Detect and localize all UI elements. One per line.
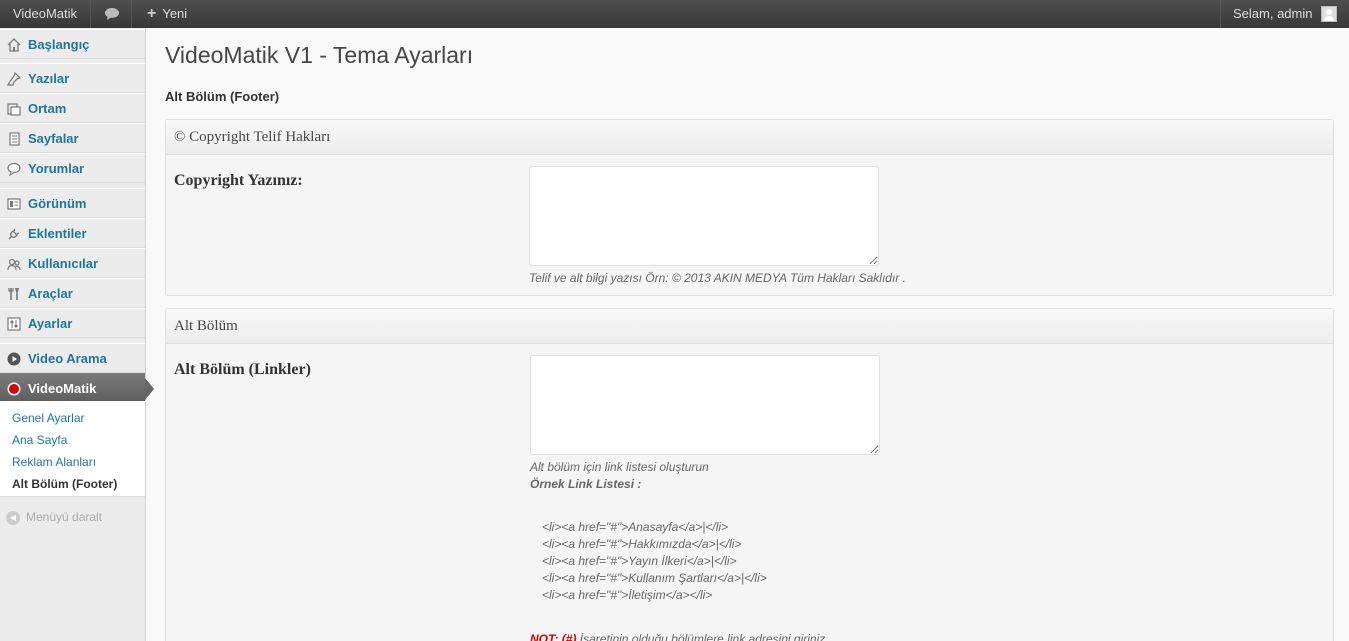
media-icon bbox=[7, 102, 21, 116]
admin-bar: VideoMatik + Yeni Selam, admin bbox=[0, 0, 1349, 28]
copyright-box-heading[interactable]: © Copyright Telif Hakları bbox=[166, 120, 1333, 155]
sidebar-item-label: Yorumlar bbox=[28, 161, 85, 176]
sidebar-item-label: VideoMatik bbox=[28, 381, 97, 396]
sidebar-item-label: Eklentiler bbox=[28, 226, 87, 241]
home-icon bbox=[7, 38, 21, 52]
sidebar-item-label: Kullanıcılar bbox=[28, 256, 99, 271]
users-icon bbox=[7, 257, 21, 271]
section-title: Alt Bölüm (Footer) bbox=[165, 89, 280, 104]
account-greeting: Selam, admin bbox=[1233, 6, 1313, 21]
avatar bbox=[1321, 6, 1337, 22]
new-content-link[interactable]: + Yeni bbox=[133, 0, 197, 28]
sidebar-item-appearance[interactable]: Görünüm bbox=[0, 188, 145, 218]
code-line: <li><a href="#">Kullanım Şartları</a>|</… bbox=[542, 571, 767, 585]
sidebar-item-label: Ortam bbox=[28, 101, 67, 116]
sidebar-item-comments[interactable]: Yorumlar bbox=[0, 153, 145, 183]
sidebar-item-posts[interactable]: Yazılar bbox=[0, 63, 145, 93]
submenu-item-ana-sayfa[interactable]: Ana Sayfa bbox=[12, 433, 67, 447]
sidebar-item-label: Video Arama bbox=[28, 351, 107, 366]
copyright-description: Telif ve alt bilgi yazısı Örn: © 2013 AK… bbox=[529, 271, 906, 285]
sidebar-item-tools[interactable]: Araçlar bbox=[0, 278, 145, 308]
comments-link[interactable] bbox=[92, 0, 132, 28]
pushpin-icon bbox=[6, 71, 22, 86]
videomatik-submenu: Genel Ayarlar Ana Sayfa Reklam Alanları … bbox=[0, 401, 145, 497]
collapse-label: Menüyü daralt bbox=[26, 510, 103, 524]
footer-links-box-heading[interactable]: Alt Bölüm bbox=[166, 309, 1333, 344]
code-line: <li><a href="#">Yayın İlkeri</a>|</li> bbox=[542, 554, 737, 568]
sidebar-item-media[interactable]: Ortam bbox=[0, 93, 145, 123]
code-line: <li><a href="#">Hakkımızda</a>|</li> bbox=[542, 537, 742, 551]
sidebar-item-label: Başlangıç bbox=[28, 37, 90, 52]
submenu-item-genel-ayarlar[interactable]: Genel Ayarlar bbox=[12, 411, 85, 425]
plus-icon: + bbox=[147, 5, 157, 22]
sidebar-item-plugins[interactable]: Eklentiler bbox=[0, 218, 145, 248]
collapse-arrow-icon: ◀ bbox=[6, 510, 20, 525]
sidebar-item-label: Ayarlar bbox=[28, 316, 73, 331]
collapse-menu-button[interactable]: ◀ Menüyü daralt bbox=[6, 510, 102, 525]
submenu-item-reklam-alanlari[interactable]: Reklam Alanları bbox=[12, 455, 96, 469]
footer-links-textarea[interactable] bbox=[530, 355, 880, 455]
note-prefix: NOT: (#) bbox=[530, 632, 577, 641]
sidebar-item-pages[interactable]: Sayfalar bbox=[0, 123, 145, 153]
sidebar-item-label: Yazılar bbox=[28, 71, 70, 86]
note-body: İşaretinin olduğu bölümlere link adresin… bbox=[576, 632, 829, 641]
sidebar-item-settings[interactable]: Ayarlar bbox=[0, 308, 145, 338]
example-code-list: <li><a href="#">Anasayfa</a>|</li> <li><… bbox=[542, 519, 767, 604]
new-label: Yeni bbox=[162, 6, 188, 21]
footer-links-field-label: Alt Bölüm (Linkler) bbox=[174, 361, 311, 378]
appearance-icon bbox=[7, 197, 21, 211]
copyright-box: © Copyright Telif Hakları Copyright Yazı… bbox=[165, 119, 1334, 296]
my-account-link[interactable]: Selam, admin bbox=[1220, 0, 1349, 28]
play-icon bbox=[7, 352, 21, 366]
example-list-title: Örnek Link Listesi : bbox=[530, 477, 642, 491]
sidebar-item-videomatik[interactable]: VideoMatik bbox=[0, 373, 154, 403]
site-name-link[interactable]: VideoMatik bbox=[0, 0, 91, 28]
code-line: <li><a href="#">İletişim</a></li> bbox=[542, 588, 713, 602]
comment-bubble-icon bbox=[104, 8, 119, 20]
footer-links-box: Alt Bölüm Alt Bölüm (Linkler) Alt bölüm … bbox=[165, 308, 1334, 641]
submenu-item-alt-bolum[interactable]: Alt Bölüm (Footer) bbox=[12, 477, 117, 491]
code-line: <li><a href="#">Anasayfa</a>|</li> bbox=[542, 520, 729, 534]
sidebar-item-dashboard[interactable]: Başlangıç bbox=[0, 29, 145, 59]
footer-links-description: Alt bölüm için link listesi oluşturun bbox=[530, 460, 709, 474]
plugin-icon bbox=[7, 227, 21, 241]
sidebar-item-video-arama[interactable]: Video Arama bbox=[0, 343, 145, 373]
note-text: NOT: (#) İşaretinin olduğu bölümlere lin… bbox=[530, 632, 829, 641]
sidebar-item-label: Araçlar bbox=[28, 286, 73, 301]
admin-sidebar: Başlangıç Yazılar Ortam Sayfalar Yorumla… bbox=[0, 28, 154, 641]
sidebar-item-label: Sayfalar bbox=[28, 131, 79, 146]
settings-icon bbox=[7, 317, 21, 331]
copyright-textarea[interactable] bbox=[529, 166, 879, 266]
copyright-field-label: Copyright Yazınız: bbox=[174, 172, 303, 189]
record-icon bbox=[7, 382, 21, 396]
page-title: VideoMatik V1 - Tema Ayarları bbox=[165, 42, 474, 68]
tools-icon bbox=[7, 287, 21, 301]
sidebar-item-users[interactable]: Kullanıcılar bbox=[0, 248, 145, 278]
pages-icon bbox=[7, 132, 21, 146]
comment-icon bbox=[7, 162, 21, 177]
sidebar-item-label: Görünüm bbox=[28, 196, 87, 211]
